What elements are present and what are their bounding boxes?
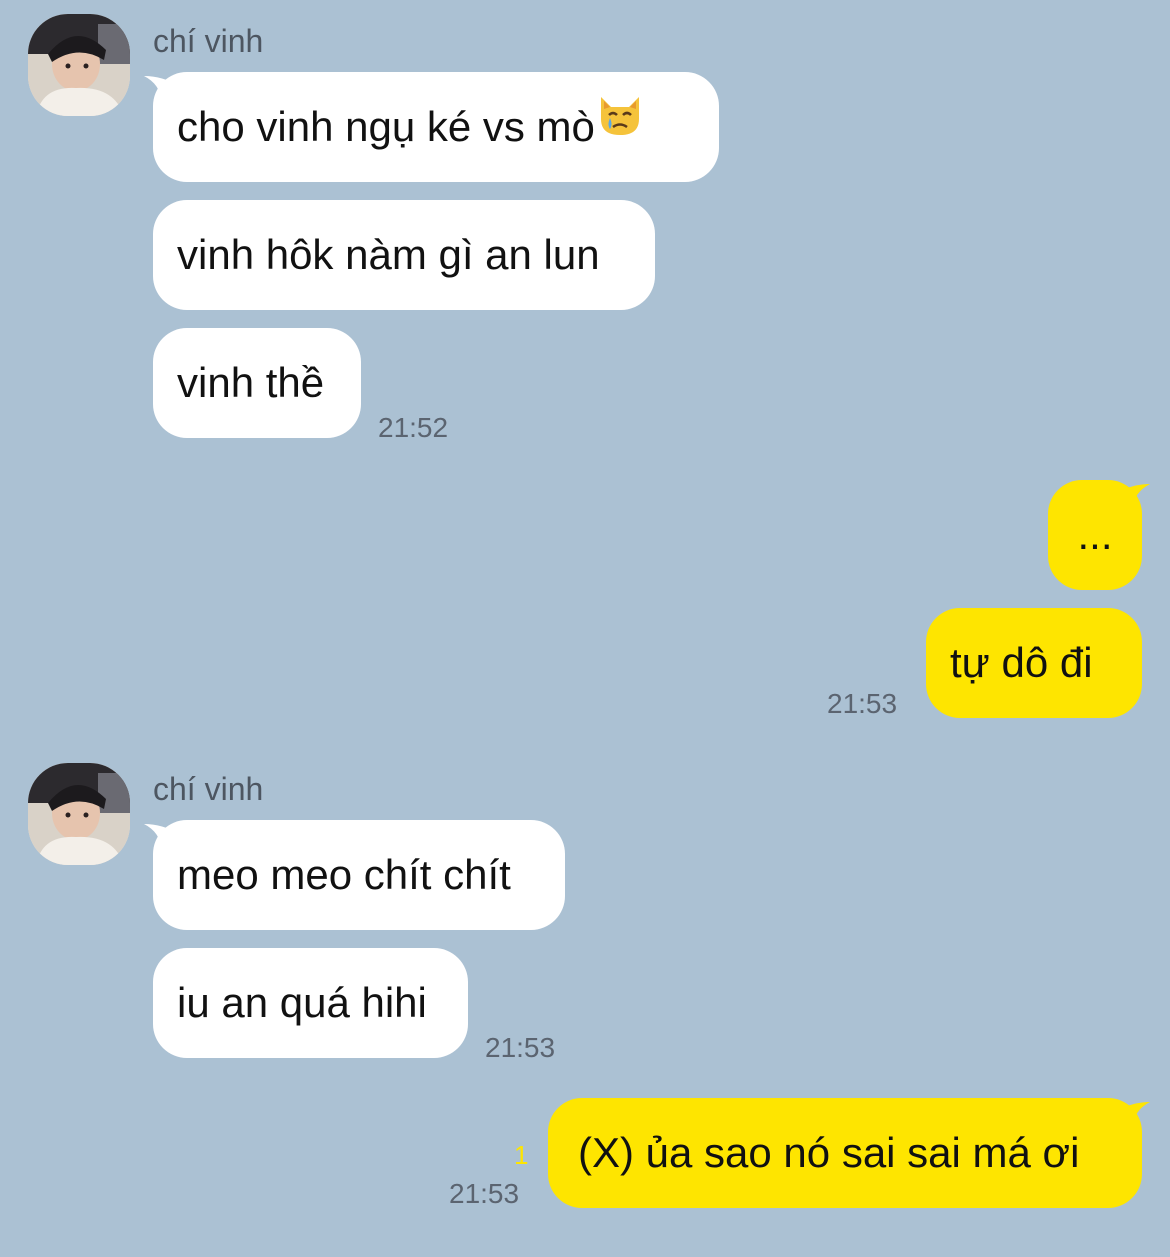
crying-cat-face-icon bbox=[595, 70, 645, 180]
outgoing-message[interactable]: tự dô đi bbox=[926, 608, 1142, 718]
message-time: 21:52 bbox=[378, 412, 449, 443]
message-text: cho vinh ngụ ké vs mò bbox=[177, 103, 595, 150]
sender-name: chí vinh bbox=[153, 771, 264, 807]
message-time: 21:53 bbox=[827, 688, 898, 719]
unread-count: 1 bbox=[514, 1140, 529, 1170]
incoming-message[interactable]: vinh thề bbox=[153, 328, 361, 438]
chat-area[interactable]: chí vinh cho vinh ngụ ké vs mò vinh hôk … bbox=[0, 0, 1170, 1257]
outgoing-message[interactable]: (X) ủa sao nó sai sai má ơi bbox=[548, 1098, 1142, 1208]
sender-avatar[interactable] bbox=[28, 14, 130, 116]
incoming-message[interactable]: cho vinh ngụ ké vs mò bbox=[153, 72, 719, 182]
message-time: 21:53 bbox=[449, 1178, 520, 1209]
sender-name: chí vinh bbox=[153, 23, 264, 59]
incoming-message[interactable]: iu an quá hihi bbox=[153, 948, 468, 1058]
incoming-message[interactable]: meo meo chít chít bbox=[153, 820, 565, 930]
incoming-message[interactable]: vinh hôk nàm gì an lun bbox=[153, 200, 655, 310]
message-time: 21:53 bbox=[485, 1032, 556, 1063]
outgoing-message[interactable]: ... bbox=[1048, 480, 1142, 590]
sender-avatar[interactable] bbox=[28, 763, 130, 865]
